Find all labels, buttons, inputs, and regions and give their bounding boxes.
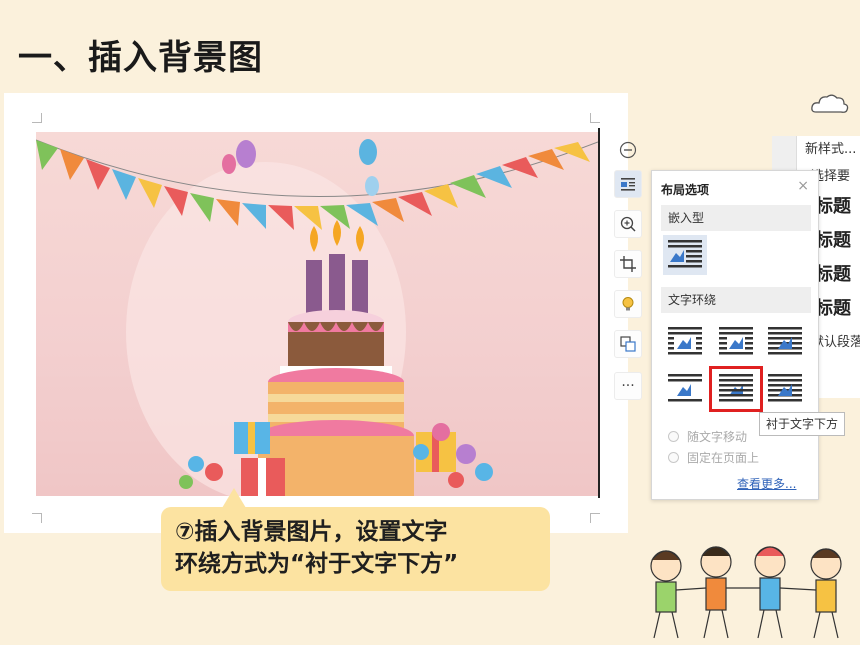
- zoom-in-icon: [620, 216, 636, 232]
- wrap-inline-icon: [668, 240, 702, 268]
- layout-panel-title: 布局选项: [661, 183, 710, 197]
- page-corner-mark: [590, 113, 600, 123]
- layout-options-panel: 布局选项 × 嵌入型 文字环绕 随文字移动 固定在页面上 查看更多...: [651, 170, 819, 500]
- collapse-button[interactable]: [614, 136, 642, 164]
- page-corner-mark: [32, 513, 42, 523]
- lightbulb-icon: [622, 297, 634, 311]
- radio-fix-on-page[interactable]: 固定在页面上: [668, 449, 759, 466]
- slide-title: 一、插入背景图: [18, 38, 263, 78]
- callout-line-1: ⑦插入背景图片，设置文字: [175, 519, 448, 545]
- wrap-option-tooltip: 衬于文字下方: [759, 412, 846, 436]
- section-inline: 嵌入型: [661, 205, 811, 231]
- wrap-behind-text-icon: [719, 374, 753, 402]
- section-text-wrap: 文字环绕: [661, 287, 811, 313]
- close-icon[interactable]: ×: [797, 178, 809, 194]
- layout-options-button[interactable]: [614, 170, 642, 198]
- wrap-tight-icon: [719, 327, 753, 355]
- radio-circle-icon: [668, 452, 679, 463]
- children-illustration: [650, 546, 842, 639]
- crop-icon: [620, 256, 636, 272]
- birthday-cake-illustration: [36, 139, 598, 496]
- cloud-icon: [811, 94, 849, 113]
- new-style-button[interactable]: 新样式...: [797, 136, 860, 164]
- wrap-in-front-icon: [768, 374, 802, 402]
- wrap-through-icon: [768, 327, 802, 355]
- wrap-top-bottom-option[interactable]: [663, 369, 707, 409]
- wrap-inline-option[interactable]: [663, 235, 707, 275]
- see-more-link[interactable]: 查看更多...: [737, 475, 796, 492]
- wrap-square-icon: [668, 327, 702, 355]
- page-corner-mark: [590, 513, 600, 523]
- replace-image-icon: [620, 336, 636, 352]
- collapse-icon: [619, 141, 637, 159]
- wrap-in-front-option[interactable]: [763, 369, 807, 409]
- wrap-behind-text-option[interactable]: [709, 366, 763, 412]
- image-side-toolbar: ···: [612, 136, 644, 416]
- page-corner-mark: [32, 113, 42, 123]
- radio-move-with-text[interactable]: 随文字移动: [668, 428, 747, 445]
- more-button[interactable]: ···: [614, 372, 642, 400]
- birthday-background-image[interactable]: [36, 132, 598, 496]
- wrap-through-option[interactable]: [763, 322, 807, 362]
- image-selection-edge: [598, 128, 600, 498]
- callout-pointer: [222, 488, 246, 508]
- zoom-in-button[interactable]: [614, 210, 642, 238]
- radio-circle-icon: [668, 431, 679, 442]
- smart-suggest-button[interactable]: [614, 290, 642, 318]
- more-icon: ···: [621, 378, 635, 394]
- instruction-callout: ⑦插入背景图片，设置文字 环绕方式为“衬于文字下方”: [161, 507, 550, 591]
- radio-move-with-text-label: 随文字移动: [687, 430, 748, 444]
- wrap-square-option[interactable]: [663, 322, 707, 362]
- wrap-top-bottom-icon: [668, 374, 702, 402]
- replace-image-button[interactable]: [614, 330, 642, 358]
- wrap-tight-option[interactable]: [714, 322, 758, 362]
- radio-fix-on-page-label: 固定在页面上: [687, 451, 760, 465]
- crop-button[interactable]: [614, 250, 642, 278]
- callout-line-2: 环绕方式为“衬于文字下方”: [175, 551, 459, 577]
- layout-options-icon: [621, 178, 635, 191]
